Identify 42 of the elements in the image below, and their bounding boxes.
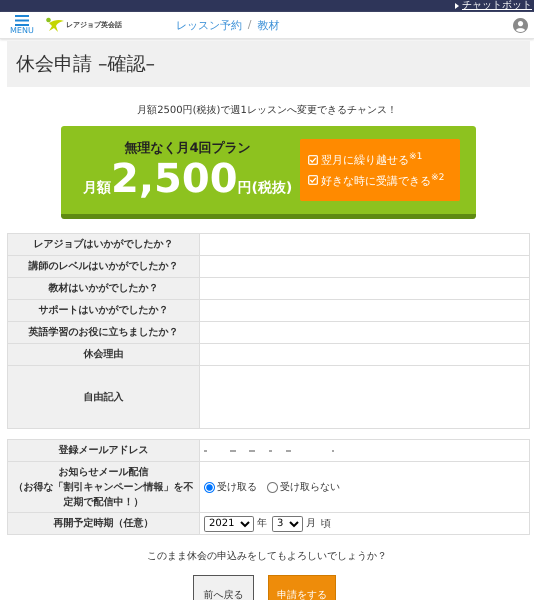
radio-button[interactable] bbox=[267, 482, 278, 492]
radio-label[interactable]: 受け取らない bbox=[280, 480, 340, 494]
row-label: 登録メールアドレス bbox=[8, 440, 200, 462]
row-label: 講師のレベルはいかがでしたか？ bbox=[8, 256, 200, 278]
back-button[interactable]: 前へ戻る bbox=[193, 575, 254, 600]
plan-name: 無理なく月4回プラン bbox=[124, 140, 251, 157]
price: 2,500 bbox=[111, 157, 238, 201]
user-icon[interactable] bbox=[513, 18, 528, 32]
row-label: お知らせメール配信 bbox=[58, 466, 150, 480]
checkbox-icon bbox=[308, 154, 318, 165]
row-label: 自由記入 bbox=[8, 366, 200, 428]
radio-button[interactable] bbox=[204, 482, 215, 492]
triangle-icon bbox=[455, 3, 459, 9]
logo-icon bbox=[46, 17, 64, 33]
page-title: 休会申請 –確認– bbox=[7, 41, 530, 87]
row-label: 休会理由 bbox=[8, 344, 200, 366]
month-select[interactable]: 3 bbox=[272, 516, 303, 532]
year-select[interactable]: 2021 bbox=[204, 516, 254, 532]
price-suffix: 円(税抜) bbox=[238, 179, 292, 197]
feature-text: 好きな時に受講できる$^{※2}$ bbox=[321, 172, 444, 189]
nav-link[interactable]: レッスン予約 bbox=[176, 18, 242, 32]
chatbot-link[interactable]: チャットボット bbox=[455, 0, 532, 12]
row-label: 教材はいかがでしたか？ bbox=[8, 278, 200, 300]
row-label: 再開予定時期（任意） bbox=[8, 512, 200, 534]
feature-text: 翌月に繰り越せる$^{※1}$ bbox=[321, 151, 422, 168]
row-note: （お得な「割引キャンペーン情報」を不定期で配信中！） bbox=[12, 480, 194, 510]
radio-label[interactable]: 受け取る bbox=[217, 480, 257, 494]
confirm-text: このまま休会の申込みをしてもよろしいでしょうか？ bbox=[146, 550, 388, 563]
row-label: 英語学習のお役に立ちましたか？ bbox=[8, 322, 200, 344]
month-unit: 月 bbox=[306, 518, 316, 529]
approx-suffix: 頃 bbox=[321, 518, 331, 529]
promo-lead: 月額2500円(税抜)で週1レッスンへ変更できるチャンス！ bbox=[136, 104, 398, 117]
row-label: レアジョブはいかがでしたか？ bbox=[8, 234, 200, 256]
checkbox-icon bbox=[308, 175, 318, 186]
menu-button[interactable]: MENU bbox=[10, 15, 34, 35]
nav-link[interactable]: 教材 bbox=[258, 18, 280, 32]
promo-banner[interactable]: 無理なく月4回プラン 月額 2,500円(税抜) 翌月に繰り越せる$^{※1}$ 好きな時に受講できる$^{※2}$ bbox=[61, 126, 476, 219]
menu-icon bbox=[14, 15, 29, 26]
price-prefix: 月額 bbox=[83, 179, 111, 197]
row-label: サポートはいかがでしたか？ bbox=[8, 300, 200, 322]
year-unit: 年 bbox=[257, 518, 267, 529]
breadcrumb-separator: / bbox=[248, 18, 252, 32]
